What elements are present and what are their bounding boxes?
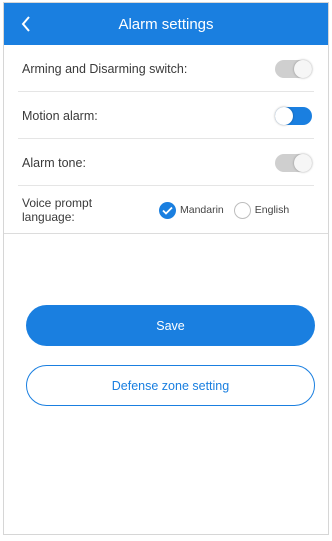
arming-label: Arming and Disarming switch: bbox=[22, 61, 188, 76]
divider bbox=[4, 233, 328, 234]
back-button[interactable] bbox=[12, 3, 40, 45]
chevron-left-icon bbox=[21, 16, 30, 32]
motion-alarm-label: Motion alarm: bbox=[22, 108, 98, 123]
defense-zone-setting-button[interactable]: Defense zone setting bbox=[26, 365, 315, 406]
toggle-knob bbox=[294, 59, 312, 78]
option-mandarin-label: Mandarin bbox=[180, 204, 224, 216]
header-bar: Alarm settings bbox=[4, 3, 328, 45]
arming-row: Arming and Disarming switch: bbox=[4, 45, 328, 92]
alarm-tone-label: Alarm tone: bbox=[22, 155, 86, 170]
option-mandarin[interactable]: Mandarin bbox=[159, 201, 224, 219]
voice-language-row: Voice prompt language: Mandarin English bbox=[4, 186, 328, 234]
option-english-label: English bbox=[254, 204, 290, 216]
radio-unchecked-icon bbox=[233, 201, 251, 219]
alarm-tone-row: Alarm tone: bbox=[4, 139, 328, 186]
arming-toggle[interactable] bbox=[275, 59, 312, 78]
option-english[interactable]: English bbox=[233, 201, 290, 219]
page-title: Alarm settings bbox=[118, 15, 214, 33]
voice-language-options: Mandarin English bbox=[159, 201, 290, 219]
settings-list: Arming and Disarming switch: Motion alar… bbox=[4, 45, 328, 234]
motion-alarm-row: Motion alarm: bbox=[4, 92, 328, 139]
alarm-tone-toggle[interactable] bbox=[275, 153, 312, 172]
app-screen: Alarm settings Arming and Disarming swit… bbox=[3, 2, 329, 535]
toggle-knob bbox=[294, 153, 312, 172]
save-button[interactable]: Save bbox=[26, 305, 315, 346]
motion-alarm-toggle[interactable] bbox=[275, 106, 312, 125]
toggle-knob bbox=[275, 106, 293, 125]
radio-checked-icon bbox=[159, 201, 176, 219]
voice-language-label: Voice prompt language: bbox=[22, 196, 93, 224]
